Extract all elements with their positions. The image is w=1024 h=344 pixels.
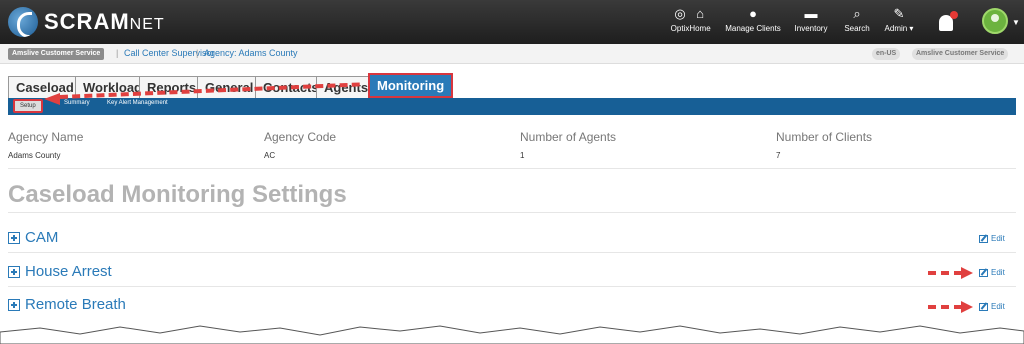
annotation-arrow-line — [928, 305, 962, 309]
page-title: Caseload Monitoring Settings — [8, 181, 347, 208]
expand-plus-icon[interactable] — [8, 231, 20, 244]
agency-name-value: Adams County — [8, 151, 61, 160]
home-icon: ⌂ — [696, 6, 704, 21]
notifications-bell-icon[interactable] — [929, 6, 965, 42]
nav-inventory[interactable]: ▬ Inventory — [793, 6, 829, 40]
nav-search[interactable]: ⌕ Search — [842, 6, 872, 40]
search-icon: ⌕ — [853, 6, 861, 21]
breadcrumb: Amslive Customer Service | Call Center S… — [0, 44, 1024, 64]
agency-code-label: Agency Code — [264, 130, 337, 144]
nav-manage-clients[interactable]: ● Manage Clients — [722, 6, 784, 40]
section-house-arrest[interactable]: House Arrest — [8, 263, 112, 280]
divider — [8, 212, 1016, 213]
breadcrumb-agency[interactable]: Agency: Adams County — [204, 48, 298, 58]
annotation-arrow-head — [961, 301, 973, 313]
divider — [8, 168, 1016, 169]
top-navbar: SCRAMNET ◎ Optix ⌂ Home ● Manage Clients… — [0, 0, 1024, 44]
org-right-badge[interactable]: Amslive Customer Service — [912, 48, 1009, 60]
breadcrumb-role[interactable]: Call Center Supervisor — [124, 48, 215, 58]
torn-edge-decoration — [0, 325, 1024, 344]
annotation-arrow-head — [961, 267, 973, 279]
logo-text: SCRAMNET — [44, 9, 165, 34]
annotation-arrow-line — [928, 271, 962, 275]
locale-badge[interactable]: en-US — [872, 48, 901, 60]
agents-count-label: Number of Agents — [520, 130, 617, 144]
tab-monitoring[interactable]: Monitoring — [368, 73, 454, 98]
notification-badge — [950, 11, 958, 19]
agency-name-label: Agency Name — [8, 130, 84, 144]
edit-icon — [979, 302, 988, 311]
scram-logo[interactable]: SCRAMNET — [8, 6, 165, 38]
edit-house-arrest-button[interactable]: Edit — [979, 268, 1005, 277]
nav-admin[interactable]: ✎ Admin ▾ — [882, 6, 916, 40]
divider — [8, 286, 1016, 287]
expand-plus-icon[interactable] — [8, 265, 20, 278]
expand-plus-icon[interactable] — [8, 298, 20, 311]
edit-cam-button[interactable]: Edit — [979, 234, 1005, 243]
logo-icon — [8, 7, 38, 37]
agents-count-value: 1 — [520, 151, 525, 160]
edit-remote-breath-button[interactable]: Edit — [979, 302, 1005, 311]
user-icon: ● — [749, 6, 757, 21]
chevron-down-icon[interactable]: ▼ — [1012, 18, 1020, 27]
truck-icon: ▬ — [804, 6, 818, 21]
wrench-icon: ✎ — [893, 6, 905, 21]
edit-icon — [979, 268, 988, 277]
edit-icon — [979, 234, 988, 243]
agency-code-value: AC — [264, 151, 276, 160]
nav-home[interactable]: ⌂ Home — [688, 6, 712, 40]
subtab-setup[interactable]: Setup — [13, 99, 43, 113]
section-cam[interactable]: CAM — [8, 229, 58, 246]
clients-count-label: Number of Clients — [776, 130, 873, 144]
section-remote-breath[interactable]: Remote Breath — [8, 296, 126, 313]
divider — [8, 252, 1016, 253]
user-avatar[interactable] — [982, 8, 1008, 34]
subtab-summary[interactable]: Summary — [64, 100, 90, 106]
org-badge[interactable]: Amslive Customer Service — [8, 48, 105, 60]
clients-count-value: 7 — [776, 151, 781, 160]
subtab-key-alert-management[interactable]: Key Alert Management — [107, 100, 168, 106]
annotation-arrow-head — [44, 93, 60, 105]
